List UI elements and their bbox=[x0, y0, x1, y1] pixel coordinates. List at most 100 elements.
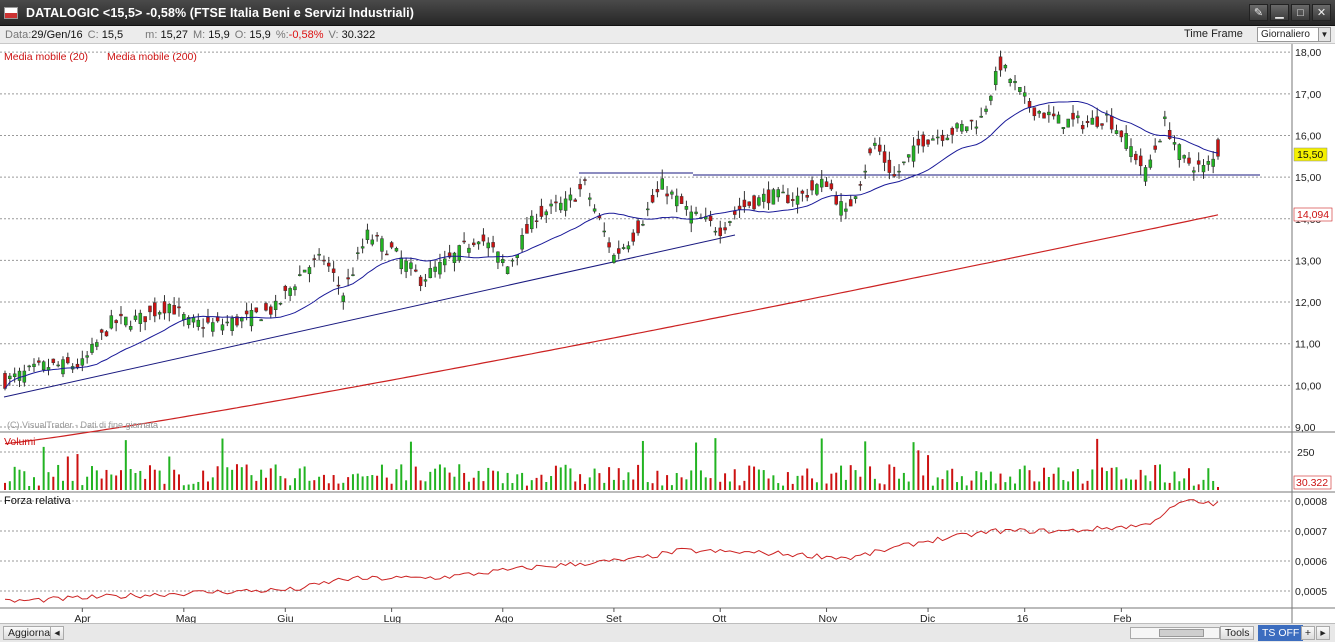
candle-body bbox=[211, 322, 215, 332]
candle-body bbox=[882, 151, 887, 163]
candle-body bbox=[394, 248, 399, 252]
candle-body bbox=[124, 316, 128, 326]
candle-body bbox=[752, 195, 756, 210]
max-info: M: 15,9 bbox=[192, 28, 230, 41]
volume-bar bbox=[506, 472, 509, 490]
volume-bar bbox=[989, 471, 992, 490]
candle-body bbox=[607, 242, 611, 248]
candle-body bbox=[916, 138, 921, 146]
candle-body bbox=[665, 193, 669, 197]
volume-bar bbox=[182, 485, 185, 490]
volume-bar bbox=[666, 475, 669, 490]
volume-bar bbox=[898, 478, 901, 490]
volume-bar bbox=[400, 464, 403, 490]
candle-body bbox=[771, 189, 776, 205]
volume-bar bbox=[675, 473, 678, 490]
volume-bar bbox=[598, 473, 601, 490]
candle-body bbox=[863, 170, 867, 173]
candle-body bbox=[510, 259, 515, 262]
candle-body bbox=[694, 211, 698, 214]
chart-area[interactable]: 9,0010,0011,0012,0013,0014,0015,0016,001… bbox=[0, 44, 1335, 623]
candle-body bbox=[578, 184, 582, 190]
chevron-down-icon[interactable]: ▼ bbox=[1318, 28, 1330, 41]
volume-bar bbox=[733, 469, 736, 490]
candle-body bbox=[182, 314, 186, 320]
volume-bar bbox=[588, 477, 591, 490]
volume-bar bbox=[255, 480, 258, 490]
candle-body bbox=[602, 230, 607, 233]
candle-body bbox=[331, 268, 336, 273]
volume-bar bbox=[632, 479, 635, 490]
candle-body bbox=[32, 363, 36, 367]
volume-bar bbox=[405, 480, 408, 490]
volume-bar bbox=[47, 472, 50, 490]
candle-body bbox=[1206, 161, 1211, 165]
volume-bar bbox=[274, 464, 277, 490]
volume-bar bbox=[985, 480, 988, 490]
candle-body bbox=[583, 179, 587, 181]
legend-ma20: Media mobile (20) bbox=[4, 51, 88, 63]
volume-bar bbox=[820, 438, 823, 490]
candle-body bbox=[491, 242, 495, 248]
watermark: (C) VisualTrader - Dati di fine giornata bbox=[7, 420, 158, 430]
volume-bar bbox=[849, 465, 852, 490]
volume-bar bbox=[1018, 469, 1021, 490]
volume-bar bbox=[119, 470, 122, 490]
candle-body bbox=[172, 305, 176, 315]
candle-body bbox=[853, 196, 858, 199]
candle-body bbox=[1090, 117, 1095, 125]
horizontal-scrollbar[interactable] bbox=[1130, 627, 1220, 639]
add-icon[interactable]: + bbox=[1301, 626, 1315, 640]
volume-bar bbox=[690, 470, 693, 490]
tools-button[interactable]: Tools bbox=[1220, 626, 1254, 640]
candle-body bbox=[641, 224, 645, 226]
ts-off-button[interactable]: TS OFF bbox=[1258, 625, 1304, 641]
volume-bar bbox=[1207, 468, 1210, 490]
volume-bar bbox=[347, 477, 350, 490]
volume-bar bbox=[1043, 467, 1046, 490]
candle-body bbox=[1008, 79, 1012, 83]
candle-body bbox=[404, 260, 408, 272]
tools-icon[interactable]: ✎ bbox=[1249, 4, 1268, 21]
scrollbar-thumb[interactable] bbox=[1159, 629, 1204, 637]
volume-bar bbox=[52, 476, 55, 490]
volume-bar bbox=[192, 483, 195, 490]
volume-bar bbox=[434, 468, 437, 490]
volume-bar bbox=[371, 475, 374, 490]
candle-body bbox=[810, 180, 814, 191]
candle-body bbox=[1134, 153, 1138, 161]
candle-body bbox=[1042, 112, 1046, 119]
candle-body bbox=[824, 181, 829, 187]
candle-body bbox=[616, 248, 621, 254]
x-tick-label: Dic bbox=[920, 613, 935, 623]
volume-bar bbox=[661, 485, 664, 490]
volume-bar bbox=[477, 470, 480, 490]
candle-body bbox=[848, 199, 853, 207]
scroll-left-icon[interactable]: ◂ bbox=[50, 626, 64, 640]
candle-body bbox=[776, 189, 780, 198]
volume-bar bbox=[390, 483, 393, 490]
volume-bar bbox=[231, 469, 234, 490]
volume-bar bbox=[864, 441, 867, 490]
timeframe-select[interactable]: Giornaliero ▼ bbox=[1257, 27, 1331, 42]
minimize-icon[interactable]: ▁ bbox=[1270, 4, 1289, 21]
volume-panel-title: Volumi bbox=[4, 436, 36, 448]
maximize-icon[interactable]: □ bbox=[1291, 4, 1310, 21]
volume-bar bbox=[1217, 487, 1219, 490]
volume-bar bbox=[438, 464, 441, 490]
candle-body bbox=[414, 269, 418, 272]
volume-bar bbox=[893, 466, 896, 490]
price-tick-label: 9,00 bbox=[1295, 422, 1316, 434]
close-icon[interactable]: ✕ bbox=[1312, 4, 1331, 21]
refresh-button[interactable]: Aggiorna bbox=[3, 626, 56, 640]
volume-bar bbox=[695, 442, 698, 490]
quote-info-bar: Data:29/Gen/16 C: 15,5 m: 15,27 M: 15,9 … bbox=[0, 26, 1335, 44]
candle-body bbox=[979, 115, 983, 118]
scroll-right-icon[interactable]: ▸ bbox=[1316, 626, 1330, 640]
volume-bar bbox=[1047, 476, 1050, 490]
volume-bar bbox=[492, 470, 495, 490]
volume-bar bbox=[443, 467, 446, 490]
candle-body bbox=[438, 261, 442, 275]
candle-body bbox=[452, 252, 457, 263]
candle-body bbox=[8, 375, 12, 380]
